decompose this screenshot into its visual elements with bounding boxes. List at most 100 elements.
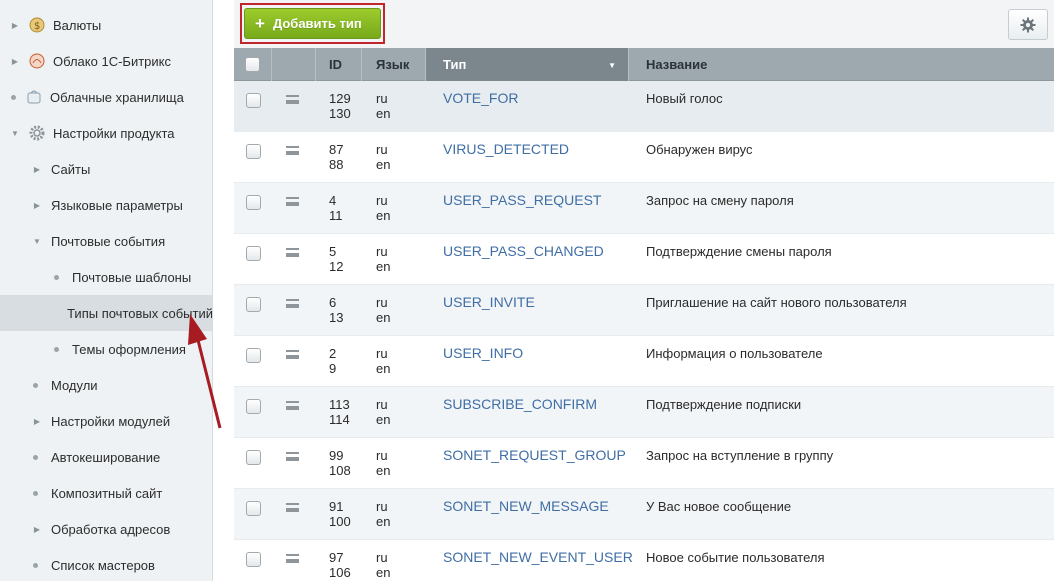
bullet-icon[interactable]	[33, 454, 38, 460]
bullet-icon[interactable]	[11, 94, 16, 100]
row-actions-button[interactable]	[286, 296, 299, 311]
collapse-arrow-icon[interactable]: ▼	[33, 237, 41, 246]
sidebar-item[interactable]: Темы оформления	[0, 331, 212, 367]
row-id-en: 100	[329, 514, 351, 529]
sidebar-item[interactable]: Облачные хранилища	[0, 79, 212, 115]
sidebar-item[interactable]: Модули	[0, 367, 212, 403]
header-select-all[interactable]	[234, 48, 272, 81]
row-type-link[interactable]: SONET_NEW_MESSAGE	[443, 499, 609, 514]
table-row[interactable]: 4 11 ru en USER_PASS_REQUEST Запрос на смену …	[234, 183, 1054, 234]
bullet-icon[interactable]	[54, 346, 59, 352]
row-checkbox[interactable]	[246, 93, 261, 108]
header-name[interactable]: Название	[629, 48, 1054, 81]
row-type-link[interactable]: SUBSCRIBE_CONFIRM	[443, 397, 597, 412]
expand-arrow-icon[interactable]: ▶	[33, 201, 41, 210]
row-checkbox-cell[interactable]	[246, 297, 261, 315]
expand-arrow-icon[interactable]: ▶	[33, 417, 41, 426]
bullet-icon[interactable]	[33, 562, 38, 568]
sidebar-item[interactable]: ▶ Сайты	[0, 151, 212, 187]
row-actions-button[interactable]	[286, 245, 299, 260]
row-id: 91 100	[329, 499, 351, 529]
row-actions-button[interactable]	[286, 398, 299, 413]
row-actions-button[interactable]	[286, 551, 299, 566]
sidebar-item[interactable]: ▶ Обработка адресов	[0, 511, 212, 547]
table-row[interactable]: 129 130 ru en VOTE_FOR Новый голос	[234, 81, 1054, 132]
header-type[interactable]: Тип ▼	[426, 48, 629, 81]
table-row[interactable]: 5 12 ru en USER_PASS_CHANGED Подтверждение см…	[234, 234, 1054, 285]
row-type-link[interactable]: SONET_NEW_EVENT_USER	[443, 550, 633, 565]
row-lang: ru en	[376, 295, 390, 325]
plus-icon: +	[255, 14, 265, 33]
add-type-button[interactable]: + Добавить тип	[244, 8, 381, 39]
table-row[interactable]: 113 114 ru en SUBSCRIBE_CONFIRM Подтверждение…	[234, 387, 1054, 438]
expand-arrow-icon[interactable]: ▶	[33, 525, 41, 534]
row-actions-button[interactable]	[286, 449, 299, 464]
row-name: Запрос на вступление в группу	[646, 448, 834, 463]
row-checkbox[interactable]	[246, 297, 261, 312]
row-actions-button[interactable]	[286, 500, 299, 515]
row-checkbox[interactable]	[246, 501, 261, 516]
sidebar-item-label: Автокеширование	[51, 449, 161, 465]
row-checkbox[interactable]	[246, 450, 261, 465]
table-row[interactable]: 6 13 ru en USER_INVITE Приглашение на сайт но…	[234, 285, 1054, 336]
sidebar-item[interactable]: ▶ $ Валюты	[0, 7, 212, 43]
row-lang-en: en	[376, 106, 391, 121]
sidebar-item[interactable]: ▶ Языковые параметры	[0, 187, 212, 223]
bullet-icon[interactable]	[54, 274, 59, 280]
table-row[interactable]: 2 9 ru en USER_INFO Информация о пользователе	[234, 336, 1054, 387]
settings-button[interactable]	[1008, 9, 1048, 40]
row-checkbox-cell[interactable]	[246, 144, 261, 162]
select-all-checkbox[interactable]	[245, 57, 260, 72]
row-actions-button[interactable]	[286, 143, 299, 158]
row-type-link[interactable]: VIRUS_DETECTED	[443, 142, 569, 157]
sidebar-item[interactable]: Композитный сайт	[0, 475, 212, 511]
sidebar-item[interactable]: Почтовые шаблоны	[0, 259, 212, 295]
sidebar-item[interactable]: Автокеширование	[0, 439, 212, 475]
highlight-frame: + Добавить тип	[240, 3, 385, 44]
collapse-arrow-icon[interactable]: ▼	[11, 129, 19, 138]
row-actions-button[interactable]	[286, 347, 299, 362]
row-actions-button[interactable]	[286, 92, 299, 107]
row-checkbox-cell[interactable]	[246, 93, 261, 111]
sidebar-item[interactable]: ▼ Почтовые события	[0, 223, 212, 259]
header-id[interactable]: ID	[316, 48, 362, 81]
expand-arrow-icon[interactable]: ▶	[11, 57, 19, 66]
header-lang[interactable]: Язык	[362, 48, 426, 81]
sidebar-item[interactable]: Список мастеров	[0, 547, 212, 581]
row-checkbox[interactable]	[246, 552, 261, 567]
table-row[interactable]: 91 100 ru en SONET_NEW_MESSAGE У Вас новое со…	[234, 489, 1054, 540]
row-checkbox-cell[interactable]	[246, 450, 261, 468]
sidebar-item[interactable]: ▶ Облако 1С-Битрикс	[0, 43, 212, 79]
row-lang-en: en	[376, 361, 391, 376]
row-checkbox[interactable]	[246, 246, 261, 261]
row-checkbox-cell[interactable]	[246, 501, 261, 519]
row-type-link[interactable]: USER_PASS_CHANGED	[443, 244, 604, 259]
sidebar-item[interactable]: ▼ Настройки продукта	[0, 115, 212, 151]
row-checkbox[interactable]	[246, 399, 261, 414]
table-row[interactable]: 97 106 ru en SONET_NEW_EVENT_USER Новое событ…	[234, 540, 1054, 581]
row-actions-button[interactable]	[286, 194, 299, 209]
row-checkbox[interactable]	[246, 144, 261, 159]
table-row[interactable]: 99 108 ru en SONET_REQUEST_GROUP Запрос на вс…	[234, 438, 1054, 489]
row-type-link[interactable]: USER_INVITE	[443, 295, 535, 310]
row-checkbox[interactable]	[246, 195, 261, 210]
row-checkbox-cell[interactable]	[246, 348, 261, 366]
sidebar-item[interactable]: Типы почтовых событий	[0, 295, 212, 331]
row-type-link[interactable]: SONET_REQUEST_GROUP	[443, 448, 626, 463]
row-checkbox-cell[interactable]	[246, 552, 261, 570]
bullet-icon[interactable]	[33, 490, 38, 496]
expand-arrow-icon[interactable]: ▶	[33, 165, 41, 174]
row-checkbox-cell[interactable]	[246, 246, 261, 264]
row-type-link[interactable]: VOTE_FOR	[443, 91, 518, 106]
menu-icon	[286, 503, 299, 512]
table-row[interactable]: 87 88 ru en VIRUS_DETECTED Обнаружен вирус	[234, 132, 1054, 183]
row-type-link[interactable]: USER_INFO	[443, 346, 523, 361]
row-type-link[interactable]: USER_PASS_REQUEST	[443, 193, 601, 208]
row-checkbox-cell[interactable]	[246, 399, 261, 417]
row-checkbox-cell[interactable]	[246, 195, 261, 213]
bullet-icon[interactable]	[33, 382, 38, 388]
row-checkbox[interactable]	[246, 348, 261, 363]
sidebar-item[interactable]: ▶ Настройки модулей	[0, 403, 212, 439]
row-name: Подтверждение смены пароля	[646, 244, 832, 259]
expand-arrow-icon[interactable]: ▶	[11, 21, 19, 30]
